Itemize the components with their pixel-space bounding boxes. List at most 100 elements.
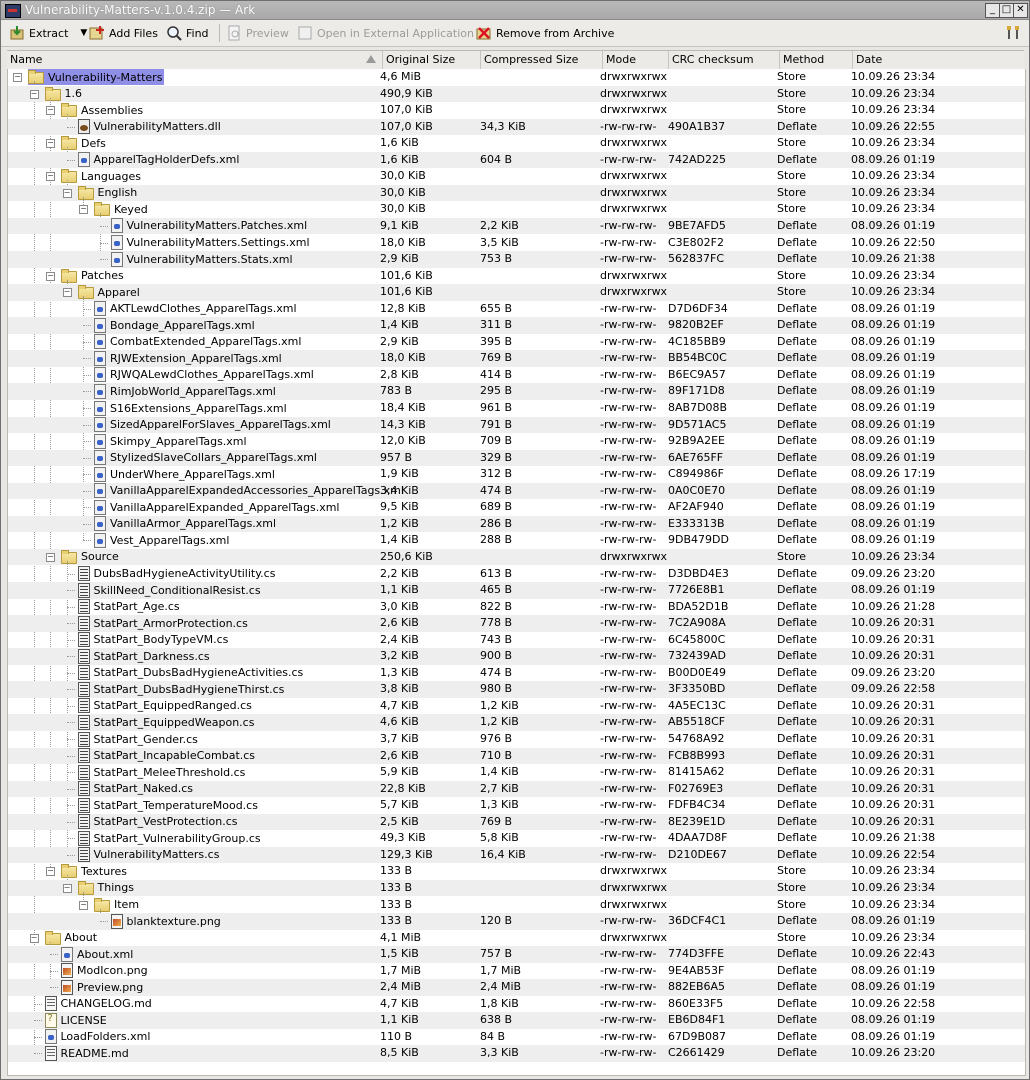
maximize-button[interactable]: □ — [999, 3, 1014, 18]
remove-button[interactable]: Remove from Archive — [476, 24, 614, 42]
file-row[interactable]: VulnerabilityMatters.cs 129,3 KiB 16,4 KiB… — [8, 846, 1025, 864]
name-cell[interactable]: StatPart_Darkness.cs — [77, 648, 212, 664]
open-external-button[interactable]: Open in External Application — [297, 24, 474, 42]
file-row[interactable]: StatPart_MeleeThreshold.cs 5,9 KiB 1,4 KiB… — [8, 764, 1025, 781]
collapse-icon[interactable]: − — [46, 139, 55, 149]
folder-row[interactable]: − Things 133 B drwxrwxrwx Store 10.09.26 23:3… — [8, 879, 1025, 897]
name-cell[interactable]: StatPart_Age.cs — [77, 599, 182, 615]
file-row[interactable]: Bondage_ApparelTags.xml 1,4 KiB 311 B -rw-r… — [8, 317, 1025, 334]
file-row[interactable]: S16Extensions_ApparelTags.xml 18,4 KiB 961… — [8, 400, 1025, 417]
file-row[interactable]: DubsBadHygieneActivityUtility.cs 2,2 KiB 6… — [8, 566, 1025, 583]
file-row[interactable]: About.xml 1,5 KiB 757 B -rw-rw-rw- 774D3FFE D… — [8, 946, 1025, 963]
file-row[interactable]: StatPart_Darkness.cs 3,2 KiB 900 B -rw-rw-r… — [8, 648, 1025, 665]
file-row[interactable]: StatPart_BodyTypeVM.cs 2,4 KiB 743 B -rw-rw… — [8, 632, 1025, 649]
ark-app-icon[interactable] — [5, 4, 21, 18]
file-row[interactable]: StatPart_Age.cs 3,0 KiB 822 B -rw-rw-rw- BDA… — [8, 599, 1025, 616]
name-cell[interactable]: About.xml — [61, 946, 135, 962]
collapse-icon[interactable]: − — [13, 73, 22, 82]
name-cell[interactable]: Vulnerability-Matters — [28, 69, 165, 85]
collapse-icon[interactable]: − — [29, 89, 39, 99]
add-files-button[interactable]: Add Files — [89, 24, 158, 42]
name-cell[interactable]: VulnerabilityMatters.Settings.xml — [110, 235, 312, 251]
file-row[interactable]: blanktexture.png 133 B 120 B -rw-rw-rw- 36DC… — [8, 913, 1025, 930]
file-row[interactable]: LoadFolders.xml 110 B 84 B -rw-rw-rw- 67D9B0… — [8, 1029, 1025, 1046]
extract-dropdown-arrow-icon[interactable]: ▼ — [80, 28, 87, 38]
file-row[interactable]: VanillaArmor_ApparelTags.xml 1,2 KiB 286 B… — [8, 515, 1025, 533]
collapse-icon[interactable]: − — [46, 271, 55, 281]
name-cell[interactable]: Patches — [61, 268, 126, 284]
name-cell[interactable]: blanktexture.png — [110, 913, 223, 929]
file-row[interactable]: StylizedSlaveCollars_ApparelTags.xml 957 … — [8, 449, 1025, 467]
file-row[interactable]: StatPart_EquippedRanged.cs 4,7 KiB 1,2 KiB… — [8, 698, 1025, 715]
file-row[interactable]: StatPart_TemperatureMood.cs 5,7 KiB 1,3 Ki… — [8, 797, 1025, 814]
name-cell[interactable]: VulnerabilityMatters.cs — [77, 847, 222, 863]
file-row[interactable]: RimJobWorld_ApparelTags.xml 783 B 295 B -rw… — [8, 383, 1025, 400]
name-cell[interactable]: LICENSE — [44, 1012, 109, 1028]
folder-row[interactable]: − Keyed 30,0 KiB drwxrwxrwx Store 10.09.26 23… — [8, 201, 1025, 218]
name-cell[interactable]: Keyed — [94, 201, 150, 217]
name-cell[interactable]: Bondage_ApparelTags.xml — [94, 317, 257, 333]
name-cell[interactable]: SkillNeed_ConditionalResist.cs — [77, 582, 263, 598]
name-cell[interactable]: StatPart_EquippedWeapon.cs — [77, 714, 257, 730]
find-button[interactable]: Find — [166, 24, 209, 42]
file-row[interactable]: RJWQALewdClothes_ApparelTags.xml 2,8 KiB 4… — [8, 367, 1025, 384]
folder-row[interactable]: − Patches 101,6 KiB drwxrwxrwx Store 10.09.26… — [8, 268, 1025, 285]
collapse-icon[interactable]: − — [79, 900, 88, 910]
name-cell[interactable]: VanillaArmor_ApparelTags.xml — [94, 516, 278, 532]
file-row[interactable]: VulnerabilityMatters.Settings.xml 18,0 Ki… — [8, 235, 1025, 252]
name-cell[interactable]: StatPart_Naked.cs — [77, 781, 196, 797]
file-row[interactable]: CHANGELOG.md 4,7 KiB 1,8 KiB -rw-rw-rw- 860E… — [8, 996, 1025, 1013]
collapse-icon[interactable]: − — [46, 867, 55, 877]
file-row[interactable]: README.md 8,5 KiB 3,3 KiB -rw-rw-rw- C266142… — [8, 1045, 1025, 1062]
file-row[interactable]: VulnerabilityMatters.Stats.xml 2,9 KiB 753… — [8, 251, 1025, 268]
minimize-button[interactable]: _ — [985, 3, 1000, 18]
name-cell[interactable]: RJWQALewdClothes_ApparelTags.xml — [94, 367, 316, 383]
name-cell[interactable]: Apparel — [77, 284, 142, 300]
file-row[interactable]: VulnerabilityMatters.dll 107,0 KiB 34,3 Ki… — [8, 118, 1025, 136]
collapse-icon[interactable]: − — [46, 106, 55, 116]
column-original-size[interactable]: Original Size — [383, 51, 481, 69]
name-cell[interactable]: UnderWhere_ApparelTags.xml — [94, 466, 277, 482]
collapse-icon[interactable]: − — [79, 205, 88, 215]
name-cell[interactable]: English — [77, 185, 140, 201]
name-cell[interactable]: VulnerabilityMatters.Stats.xml — [110, 251, 295, 267]
name-cell[interactable]: StatPart_ArmorProtection.cs — [77, 615, 250, 631]
folder-row[interactable]: − Assemblies 107,0 KiB drwxrwxrwx Store 10.09… — [8, 102, 1025, 119]
file-row[interactable]: LICENSE 1,1 KiB 638 B -rw-rw-rw- EB6D84F1 Def… — [8, 1012, 1025, 1029]
file-row[interactable]: StatPart_VestProtection.cs 2,5 KiB 769 B -r… — [8, 813, 1025, 831]
name-cell[interactable]: VanillaApparelExpanded_ApparelTags.xml — [94, 499, 341, 515]
file-row[interactable]: StatPart_VulnerabilityGroup.cs 49,3 KiB 5,… — [8, 830, 1025, 847]
name-cell[interactable]: About — [44, 930, 100, 946]
name-cell[interactable]: StatPart_EquippedRanged.cs — [77, 698, 254, 714]
name-cell[interactable]: SizedApparelForSlaves_ApparelTags.xml — [94, 417, 333, 433]
file-row[interactable]: VanillaApparelExpandedAccessories_Appare… — [8, 482, 1025, 500]
close-button[interactable]: ✕ — [1013, 3, 1028, 18]
name-cell[interactable]: CombatExtended_ApparelTags.xml — [94, 334, 303, 350]
file-row[interactable]: CombatExtended_ApparelTags.xml 2,9 KiB 395… — [8, 334, 1025, 351]
file-row[interactable]: StatPart_EquippedWeapon.cs 4,6 KiB 1,2 KiB… — [8, 714, 1025, 731]
name-cell[interactable]: StatPart_BodyTypeVM.cs — [77, 632, 231, 648]
file-row[interactable]: Skimpy_ApparelTags.xml 12,0 KiB 709 B -rw-r… — [8, 433, 1025, 450]
name-cell[interactable]: Things — [77, 880, 136, 896]
column-compressed-size[interactable]: Compressed Size — [481, 51, 603, 69]
file-row[interactable]: StatPart_Gender.cs 3,7 KiB 976 B -rw-rw-rw-… — [8, 731, 1025, 748]
file-tree-view[interactable]: − Vulnerability-Matters 4,6 MiB drwxrwxrwx S… — [7, 69, 1026, 1076]
preview-button[interactable]: Preview — [226, 24, 289, 42]
name-cell[interactable]: StatPart_Gender.cs — [77, 731, 200, 747]
name-cell[interactable]: VulnerabilityMatters.dll — [77, 119, 223, 135]
name-cell[interactable]: Vest_ApparelTags.xml — [94, 532, 231, 548]
name-cell[interactable]: S16Extensions_ApparelTags.xml — [94, 400, 289, 416]
file-row[interactable]: StatPart_Naked.cs 22,8 KiB 2,7 KiB -rw-rw-r… — [8, 780, 1025, 798]
name-cell[interactable]: Textures — [61, 863, 129, 879]
column-name[interactable]: Name — [7, 51, 383, 69]
title-bar[interactable]: Vulnerability-Matters-v.1.0.4.zip — Ark … — [1, 1, 1029, 20]
column-crc[interactable]: CRC checksum — [669, 51, 780, 69]
folder-row[interactable]: − Textures 133 B drwxrwxrwx Store 10.09.26 23… — [8, 863, 1025, 880]
file-row[interactable]: VanillaApparelExpanded_ApparelTags.xml 9,… — [8, 499, 1025, 516]
folder-row[interactable]: − Vulnerability-Matters 4,6 MiB drwxrwxrwx S… — [8, 69, 1025, 86]
file-row[interactable]: StatPart_IncapableCombat.cs 2,6 KiB 710 B -… — [8, 747, 1025, 765]
collapse-icon[interactable]: − — [62, 188, 72, 198]
folder-row[interactable]: − English 30,0 KiB drwxrwxrwx Store 10.09.26 … — [8, 184, 1025, 202]
file-row[interactable]: AKTLewdClothes_ApparelTags.xml 12,8 KiB 65… — [8, 301, 1025, 318]
file-row[interactable]: SkillNeed_ConditionalResist.cs 1,1 KiB 465… — [8, 582, 1025, 599]
